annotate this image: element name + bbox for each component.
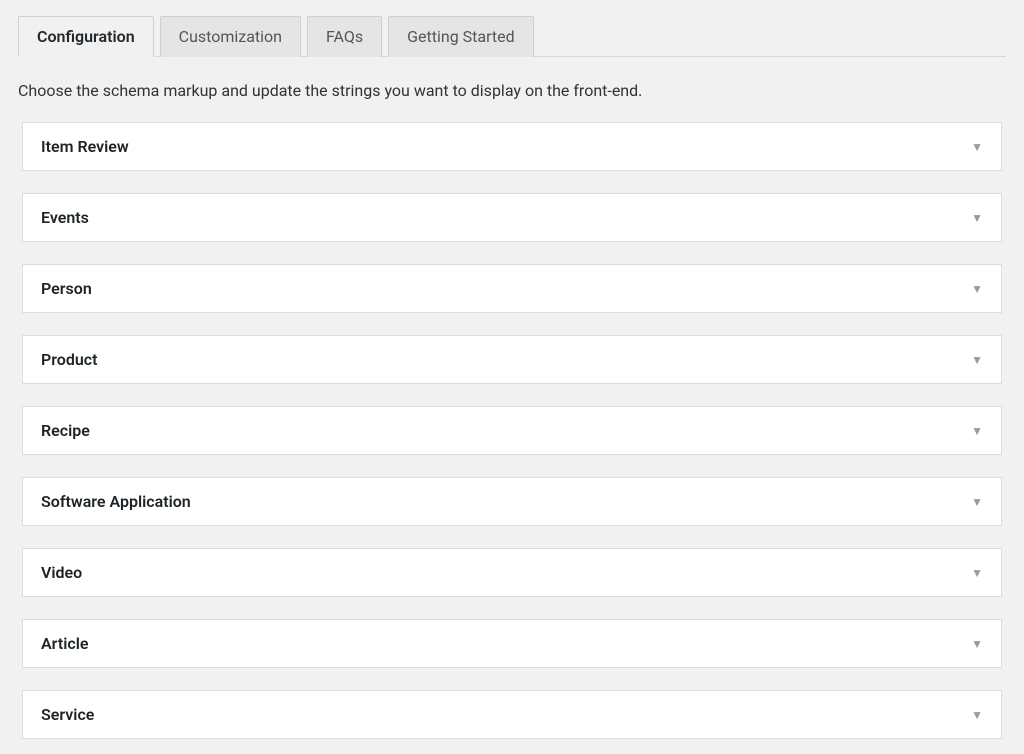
accordion-label: Recipe [41, 421, 90, 440]
chevron-down-icon: ▼ [971, 496, 983, 508]
page-description: Choose the schema markup and update the … [18, 81, 1006, 100]
accordion-label: Product [41, 350, 98, 369]
tab-label: Configuration [37, 27, 135, 46]
tab-getting-started[interactable]: Getting Started [388, 16, 534, 57]
accordion-service[interactable]: Service ▼ [22, 690, 1002, 739]
accordion-list: Item Review ▼ Events ▼ Person ▼ Product … [18, 122, 1006, 739]
chevron-down-icon: ▼ [971, 212, 983, 224]
accordion-video[interactable]: Video ▼ [22, 548, 1002, 597]
tab-configuration[interactable]: Configuration [18, 16, 154, 57]
accordion-label: Service [41, 705, 94, 724]
accordion-label: Item Review [41, 137, 129, 156]
chevron-down-icon: ▼ [971, 283, 983, 295]
accordion-product[interactable]: Product ▼ [22, 335, 1002, 384]
accordion-software-application[interactable]: Software Application ▼ [22, 477, 1002, 526]
tab-customization[interactable]: Customization [160, 16, 301, 57]
chevron-down-icon: ▼ [971, 141, 983, 153]
accordion-events[interactable]: Events ▼ [22, 193, 1002, 242]
tab-faqs[interactable]: FAQs [307, 16, 382, 57]
accordion-label: Events [41, 208, 89, 227]
accordion-recipe[interactable]: Recipe ▼ [22, 406, 1002, 455]
accordion-label: Video [41, 563, 82, 582]
accordion-article[interactable]: Article ▼ [22, 619, 1002, 668]
chevron-down-icon: ▼ [971, 354, 983, 366]
accordion-person[interactable]: Person ▼ [22, 264, 1002, 313]
chevron-down-icon: ▼ [971, 567, 983, 579]
accordion-item-review[interactable]: Item Review ▼ [22, 122, 1002, 171]
tab-label: FAQs [326, 27, 363, 46]
accordion-label: Article [41, 634, 88, 653]
chevron-down-icon: ▼ [971, 709, 983, 721]
chevron-down-icon: ▼ [971, 425, 983, 437]
chevron-down-icon: ▼ [971, 638, 983, 650]
tab-bar: Configuration Customization FAQs Getting… [18, 15, 1006, 57]
accordion-label: Software Application [41, 492, 191, 511]
tab-label: Customization [179, 27, 282, 46]
tab-label: Getting Started [407, 27, 515, 46]
accordion-label: Person [41, 279, 92, 298]
